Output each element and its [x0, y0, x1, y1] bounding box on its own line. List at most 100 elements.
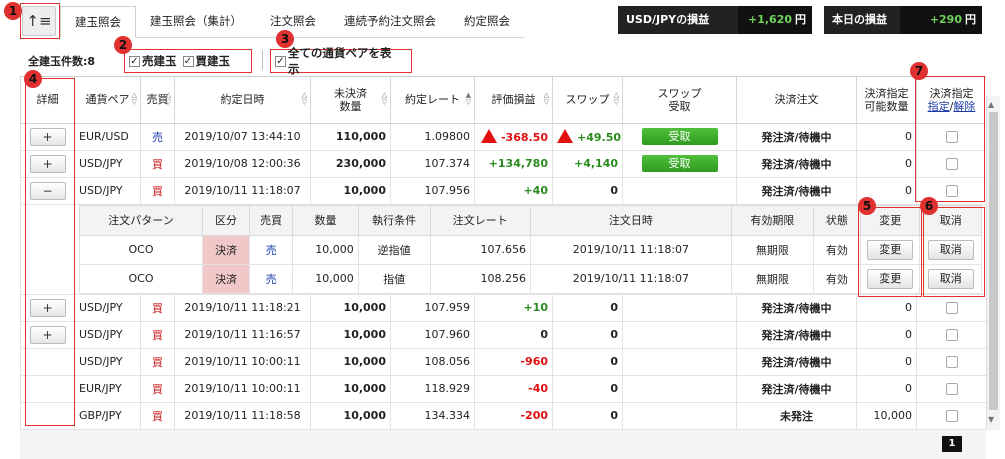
page-button[interactable]: 1 — [942, 436, 962, 452]
tab-orders[interactable]: 注文照会 — [256, 6, 330, 38]
change-order-button[interactable]: 変更 — [867, 239, 914, 260]
expand-button[interactable]: + — [29, 298, 66, 317]
qty-cell: 230,000 — [310, 149, 391, 178]
table-row: + USD/JPY 買 2019/10/11 11:16:57 10,000 1… — [20, 320, 986, 349]
tab-executions[interactable]: 約定照会 — [450, 6, 524, 38]
side-cell: 買 — [140, 401, 175, 430]
sort-icon: △ ▽ — [381, 91, 387, 106]
buy-positions-checkbox[interactable]: ✓ 買建玉 — [182, 53, 230, 69]
daily-pnl-panel: 本日の損益 +290 円 — [824, 6, 982, 34]
col-side[interactable]: 売買 △ ▽ — [140, 77, 175, 124]
specify-link[interactable]: 指定 — [928, 100, 950, 113]
swap-cell: 0 — [552, 374, 623, 403]
alert-triangle-icon — [557, 129, 573, 143]
triangle-up-icon[interactable]: ▲ — [988, 100, 994, 109]
sub-col-side: 売買 — [249, 204, 294, 236]
divider — [262, 50, 263, 70]
side-cell: 売 — [140, 122, 175, 151]
release-link[interactable]: 解除 — [953, 100, 975, 113]
sort-icon: ▲ ▽ — [465, 91, 471, 106]
change-order-button[interactable]: 変更 — [867, 268, 914, 289]
pair-cell: USD/JPY — [74, 347, 141, 376]
rate-cell: 118.929 — [390, 374, 475, 403]
settle-qty-cell: 0 — [856, 374, 917, 403]
pair-cell: USD/JPY — [74, 293, 141, 322]
datetime-cell: 2019/10/11 11:18:07 — [174, 176, 311, 205]
datetime-cell: 2019/10/11 11:18:21 — [174, 293, 311, 322]
side-cell: 売 — [249, 234, 294, 265]
expand-button[interactable]: + — [29, 154, 66, 173]
col-qty[interactable]: 未決済 数量 △ ▽ — [310, 77, 391, 124]
cancel-order-button[interactable]: 取消 — [927, 268, 974, 289]
sell-positions-checkbox[interactable]: ✓ 売建玉 — [129, 53, 177, 69]
sub-col-status: 状態 — [812, 204, 862, 236]
side-cell: 買 — [140, 374, 175, 403]
positions-table-container: 詳細 通貨ペア △ ▽ 売買 △ ▽ 約定日時 △ ▽ 未決済 数量 △ ▽ 約定レート ▲ ▽ 評… — [20, 76, 986, 430]
settle-checkbox[interactable] — [945, 329, 958, 341]
order-detail-row: 注文パターン 区分 売買 数量 執行条件 注文レート 注文日時 有効期限 状態 … — [20, 203, 986, 295]
datetime-cell: 2019/10/11 11:18:07 — [529, 234, 732, 265]
side-cell: 売 — [249, 263, 294, 294]
swap-cell: +4,140 — [552, 149, 623, 178]
sub-col-kubun: 区分 — [201, 204, 251, 236]
order-detail-row-item: OCO 決済 売 10,000 逆指値 107.656 2019/10/11 1… — [79, 234, 982, 265]
sub-col-cond: 執行条件 — [357, 204, 431, 236]
swap-receive-button[interactable]: 受取 — [641, 128, 718, 145]
sort-icon: △ ▽ — [165, 91, 171, 106]
settle-checkbox[interactable] — [945, 410, 958, 422]
cancel-order-button[interactable]: 取消 — [927, 239, 974, 260]
pnl-cell: +40 — [474, 176, 553, 205]
tab-positions[interactable]: 建玉照会 — [60, 6, 136, 38]
swap-cell: 0 — [552, 320, 623, 349]
sub-col-pattern: 注文パターン — [79, 204, 203, 236]
order-detail-table: 注文パターン 区分 売買 数量 執行条件 注文レート 注文日時 有効期限 状態 … — [79, 204, 982, 294]
scrollbar-thumb[interactable] — [989, 112, 998, 410]
daily-pnl-label: 本日の損益 — [824, 6, 900, 34]
sort-icon: △ ▽ — [613, 91, 619, 106]
settle-checkbox[interactable] — [945, 302, 958, 314]
kubun-cell: 決済 — [201, 263, 251, 294]
all-pairs-filter: ✓ 全ての通貨ペアを表示 — [270, 46, 412, 76]
col-swap[interactable]: スワップ △ ▽ — [552, 77, 623, 124]
settle-checkbox[interactable] — [945, 185, 958, 197]
tab-positions-summary[interactable]: 建玉照会（集計） — [136, 6, 256, 38]
badge-4: 4 — [24, 70, 42, 88]
tab-serial-orders[interactable]: 連続予約注文照会 — [330, 6, 450, 38]
rate-cell: 107.956 — [390, 176, 475, 205]
col-datetime[interactable]: 約定日時 △ ▽ — [174, 77, 311, 124]
settle-status-cell: 発注済/待機中 — [736, 122, 857, 151]
settle-qty-cell: 0 — [856, 122, 917, 151]
settle-checkbox[interactable] — [945, 383, 958, 395]
settle-checkbox[interactable] — [945, 356, 958, 368]
settle-checkbox[interactable] — [945, 131, 958, 143]
collapse-button[interactable]: − — [29, 181, 66, 200]
side-cell: 買 — [140, 149, 175, 178]
check-icon: ✓ — [129, 55, 140, 67]
col-pnl[interactable]: 評価損益 △ ▽ — [474, 77, 553, 124]
col-pair[interactable]: 通貨ペア △ ▽ — [74, 77, 141, 124]
expand-button[interactable]: + — [29, 325, 66, 344]
expand-button[interactable]: + — [29, 127, 66, 146]
badge-1: 1 — [4, 2, 22, 20]
swap-cell: 0 — [552, 293, 623, 322]
col-swap-receive: スワップ 受取 — [622, 77, 737, 124]
settle-checkbox[interactable] — [945, 158, 958, 170]
rate-cell: 108.256 — [429, 263, 531, 294]
triangle-down-icon[interactable]: ▼ — [988, 415, 994, 424]
swap-receive-button[interactable]: 受取 — [641, 155, 718, 172]
datetime-cell: 2019/10/11 11:18:07 — [529, 263, 732, 294]
side-cell: 買 — [140, 320, 175, 349]
col-rate[interactable]: 約定レート ▲ ▽ — [390, 77, 475, 124]
table-footer — [20, 430, 986, 459]
side-cell: 買 — [140, 347, 175, 376]
settle-qty-cell: 10,000 — [856, 401, 917, 430]
pair-pnl-panel: USD/JPYの損益 +1,620 円 — [618, 6, 812, 34]
col-settle-qty: 決済指定 可能数量 — [856, 77, 917, 124]
datetime-cell: 2019/10/07 13:44:10 — [174, 122, 311, 151]
pattern-cell: OCO — [79, 234, 203, 265]
rate-cell: 1.09800 — [390, 122, 475, 151]
table-row: + USD/JPY 買 2019/10/08 12:00:36 230,000 … — [20, 149, 986, 178]
pnl-cell: -40 — [474, 374, 553, 403]
column-settings-button[interactable]: ↑≡ — [22, 6, 56, 36]
all-pairs-checkbox[interactable]: ✓ 全ての通貨ペアを表示 — [275, 45, 401, 77]
